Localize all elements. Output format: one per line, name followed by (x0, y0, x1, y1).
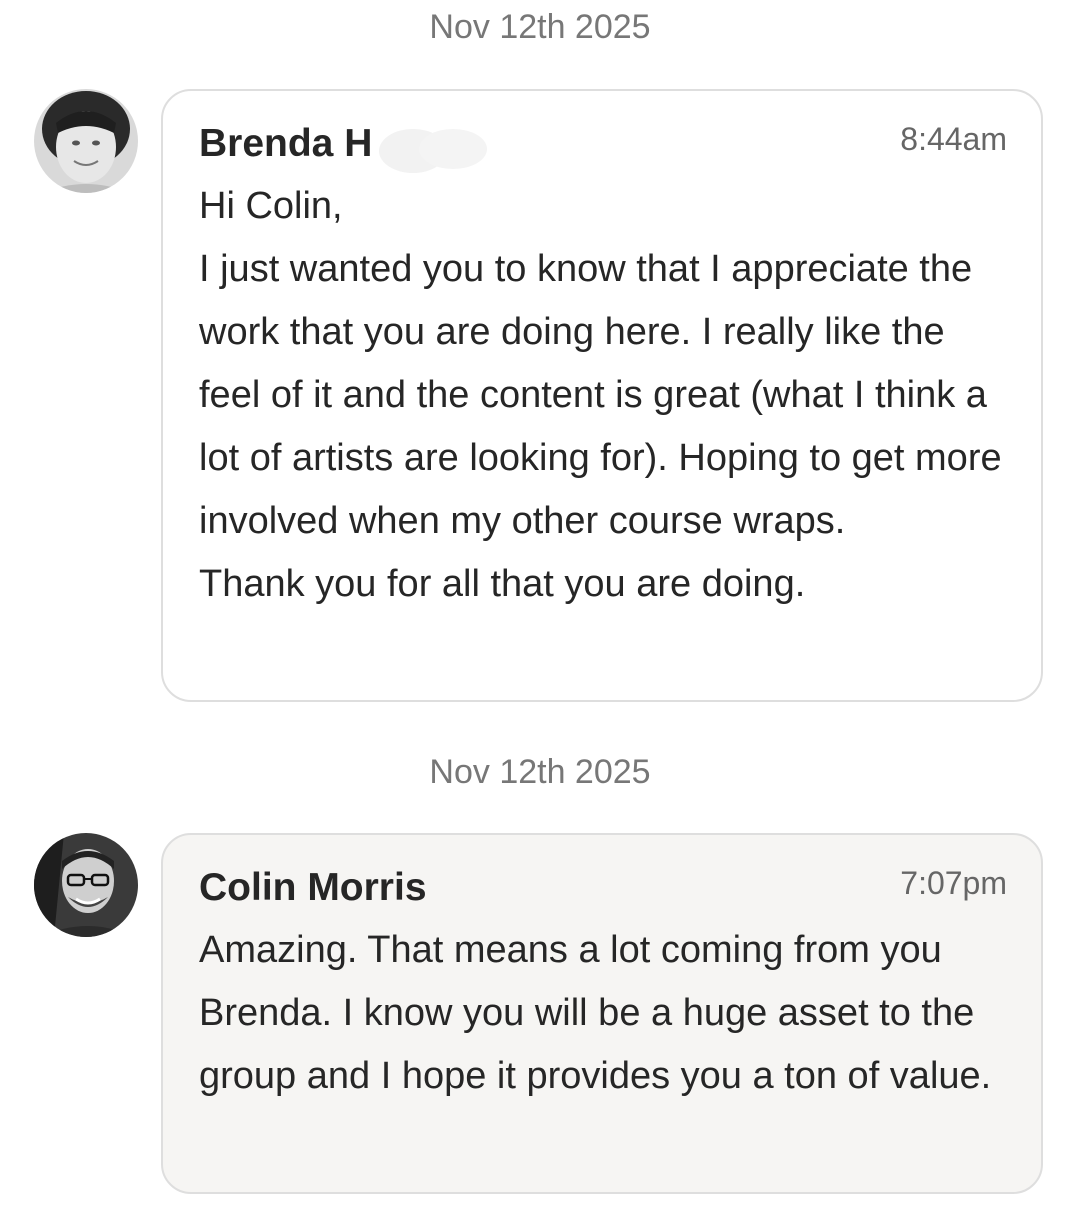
message-bubble[interactable]: Brenda H 8:44am Hi Colin, I just wanted … (161, 89, 1043, 702)
message-time: 8:44am (900, 121, 1007, 157)
message-time: 7:07pm (900, 865, 1007, 901)
avatar-photo-icon (34, 89, 138, 193)
avatar[interactable] (34, 89, 138, 193)
avatar[interactable] (34, 833, 138, 937)
sender-name[interactable]: Brenda H (199, 121, 372, 167)
avatar-photo-icon (34, 833, 138, 937)
message-bubble[interactable]: Colin Morris 7:07pm Amazing. That means … (161, 833, 1043, 1194)
message-line: Amazing. That means a lot coming from yo… (199, 929, 992, 1097)
message-line: Hi Colin, (199, 185, 343, 227)
message-line: I just wanted you to know that I appreci… (199, 248, 1002, 542)
sender-name[interactable]: Colin Morris (199, 865, 427, 911)
message-body: Hi Colin, I just wanted you to know that… (199, 175, 1011, 616)
message-line: Thank you for all that you are doing. (199, 563, 806, 605)
date-separator: Nov 12th 2025 (429, 753, 651, 791)
redaction-smudge (379, 129, 487, 173)
message-body: Amazing. That means a lot coming from yo… (199, 919, 1011, 1108)
date-separator: Nov 12th 2025 (429, 8, 651, 46)
